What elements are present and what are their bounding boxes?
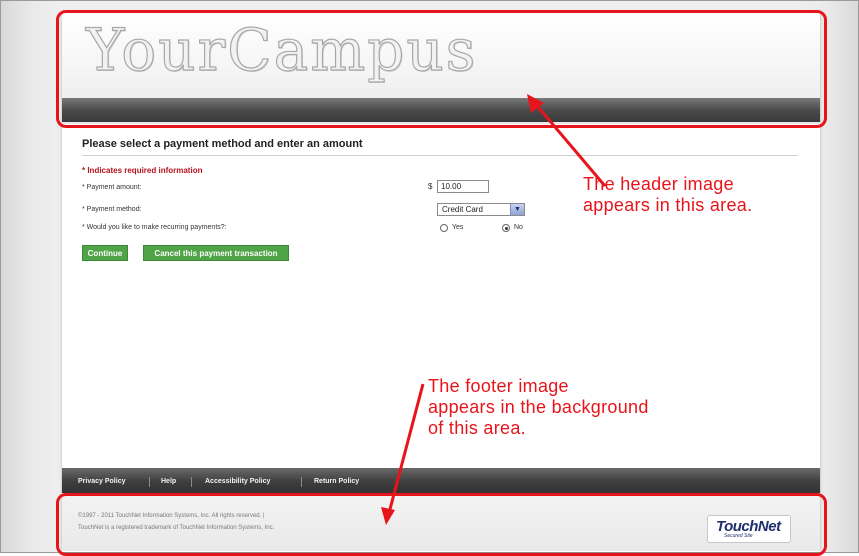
recurring-yes-label: Yes — [452, 224, 464, 231]
help-link[interactable]: Help — [161, 478, 176, 485]
payment-amount-input[interactable]: 10.00 — [437, 180, 489, 193]
accessibility-policy-link[interactable]: Accessibility Policy — [205, 478, 270, 485]
required-note: * Indicates required information — [82, 166, 203, 175]
chevron-down-icon[interactable]: ▼ — [510, 204, 524, 215]
payment-method-value: Credit Card — [442, 205, 483, 214]
currency-symbol: $ — [428, 182, 433, 191]
title-divider — [82, 155, 798, 156]
nav-separator — [149, 477, 150, 487]
header-annotation: The header image appears in this area. — [583, 174, 752, 216]
payment-amount-label: * Payment amount: — [82, 184, 142, 191]
recurring-label: * Would you like to make recurring payme… — [82, 224, 227, 231]
footer-annotation-line-2: appears in the background — [428, 397, 649, 417]
cancel-transaction-button[interactable]: Cancel this payment transaction — [143, 245, 289, 261]
footer-annotation-line-3: of this area. — [428, 418, 526, 438]
payment-method-select[interactable]: Credit Card ▼ — [437, 203, 525, 216]
return-policy-link[interactable]: Return Policy — [314, 478, 359, 485]
continue-button[interactable]: Continue — [82, 245, 128, 261]
nav-separator — [191, 477, 192, 487]
payment-method-label: * Payment method: — [82, 206, 142, 213]
header-annotation-line-2: appears in this area. — [583, 195, 753, 215]
footer-highlight-box — [56, 493, 827, 556]
recurring-yes-radio[interactable] — [440, 224, 448, 232]
privacy-policy-link[interactable]: Privacy Policy — [78, 478, 125, 485]
header-highlight-box — [56, 10, 827, 128]
recurring-no-label: No — [514, 224, 523, 231]
recurring-no-radio[interactable] — [502, 224, 510, 232]
header-annotation-line-1: The header image — [583, 174, 734, 194]
page-title: Please select a payment method and enter… — [82, 138, 363, 150]
footer-annotation: The footer image appears in the backgrou… — [428, 376, 649, 439]
footer-annotation-line-1: The footer image — [428, 376, 569, 396]
nav-separator — [301, 477, 302, 487]
